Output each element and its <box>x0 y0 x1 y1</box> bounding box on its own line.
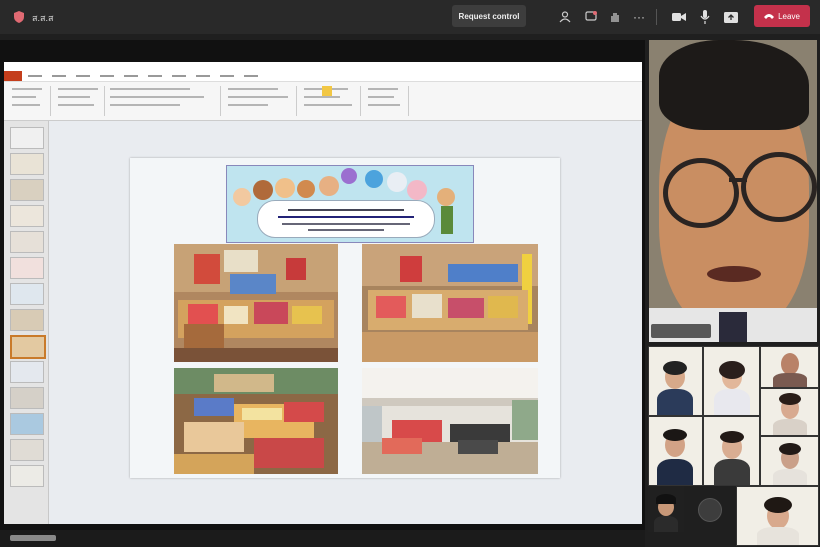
avatar[interactable] <box>698 498 722 522</box>
slide-thumbnail[interactable] <box>10 231 44 253</box>
participant-tile[interactable] <box>648 346 703 416</box>
people-icon[interactable] <box>556 8 574 26</box>
ribbon-tab[interactable] <box>120 71 144 81</box>
hand-icon[interactable] <box>606 8 624 26</box>
ribbon-tab[interactable] <box>192 71 216 81</box>
ribbon-tab[interactable] <box>24 71 48 81</box>
slide-thumbnail[interactable] <box>10 283 44 305</box>
request-control-button[interactable]: Request control <box>452 5 526 27</box>
ribbon-tab[interactable] <box>168 71 192 81</box>
slide-thumbnail[interactable] <box>10 309 44 331</box>
presenter-bar <box>0 530 645 547</box>
participant-tile[interactable] <box>736 486 819 546</box>
active-speaker-video[interactable] <box>649 40 817 342</box>
leave-button[interactable]: Leave <box>754 5 810 27</box>
slide-photo <box>362 368 538 474</box>
shield-icon <box>12 9 26 25</box>
slide-banner <box>226 165 474 243</box>
ribbon-tab[interactable] <box>72 71 96 81</box>
presenter-name <box>10 535 56 541</box>
slide-thumbnail[interactable] <box>10 361 44 383</box>
ribbon-tab[interactable] <box>48 71 72 81</box>
slide-thumbnail[interactable] <box>10 205 44 227</box>
self-view-video[interactable] <box>648 486 684 532</box>
banner-caption-bubble <box>257 200 435 238</box>
speaker-name-tag <box>651 324 711 338</box>
chat-icon[interactable] <box>582 8 600 26</box>
speaker-glasses <box>663 158 739 228</box>
ribbon-tab[interactable] <box>96 71 120 81</box>
ribbon-tabs <box>4 71 642 82</box>
participant-tile[interactable] <box>703 346 760 416</box>
slide-photo <box>174 244 338 362</box>
ribbon-tab[interactable] <box>144 71 168 81</box>
slide-thumbnail[interactable] <box>10 257 44 279</box>
slide-thumbnail[interactable] <box>10 179 44 201</box>
slide-thumbnail[interactable] <box>10 413 44 435</box>
slide-canvas <box>130 158 560 478</box>
ribbon <box>4 62 642 121</box>
ribbon-tools <box>4 82 642 120</box>
phone-icon <box>764 12 775 21</box>
participant-tile[interactable] <box>760 388 819 436</box>
meeting-toolbar: ส.ส.ส Request control ··· Leave <box>0 0 820 34</box>
camera-icon[interactable] <box>670 8 688 26</box>
leave-label: Leave <box>778 11 800 21</box>
slide-thumbnail[interactable] <box>10 127 44 149</box>
share-icon[interactable] <box>722 8 740 26</box>
slide-thumbnail[interactable] <box>10 387 44 409</box>
org-label: ส.ส.ส <box>32 13 54 23</box>
slide-thumbnail[interactable] <box>10 439 44 461</box>
speaker-mouth <box>707 266 761 282</box>
participant-tile[interactable] <box>648 416 703 486</box>
participant-tile[interactable] <box>760 346 819 388</box>
participant-tile[interactable] <box>703 416 760 486</box>
slide-photo <box>174 368 338 474</box>
slide-thumbnail-pane <box>4 121 49 524</box>
file-tab[interactable] <box>4 71 22 81</box>
slide-thumbnail-selected[interactable] <box>10 335 46 359</box>
more-icon[interactable]: ··· <box>630 8 648 26</box>
slide-thumbnail[interactable] <box>10 153 44 175</box>
participant-tile[interactable] <box>760 436 819 486</box>
mic-icon[interactable] <box>696 8 714 26</box>
slide-photo <box>362 244 538 362</box>
ribbon-tab[interactable] <box>240 71 264 81</box>
speaker-hair <box>659 40 809 130</box>
ribbon-tab[interactable] <box>216 71 240 81</box>
window-title-bar <box>4 62 642 71</box>
toolbar-divider <box>656 9 657 25</box>
powerpoint-window <box>4 62 642 524</box>
slide-thumbnail[interactable] <box>10 465 44 487</box>
